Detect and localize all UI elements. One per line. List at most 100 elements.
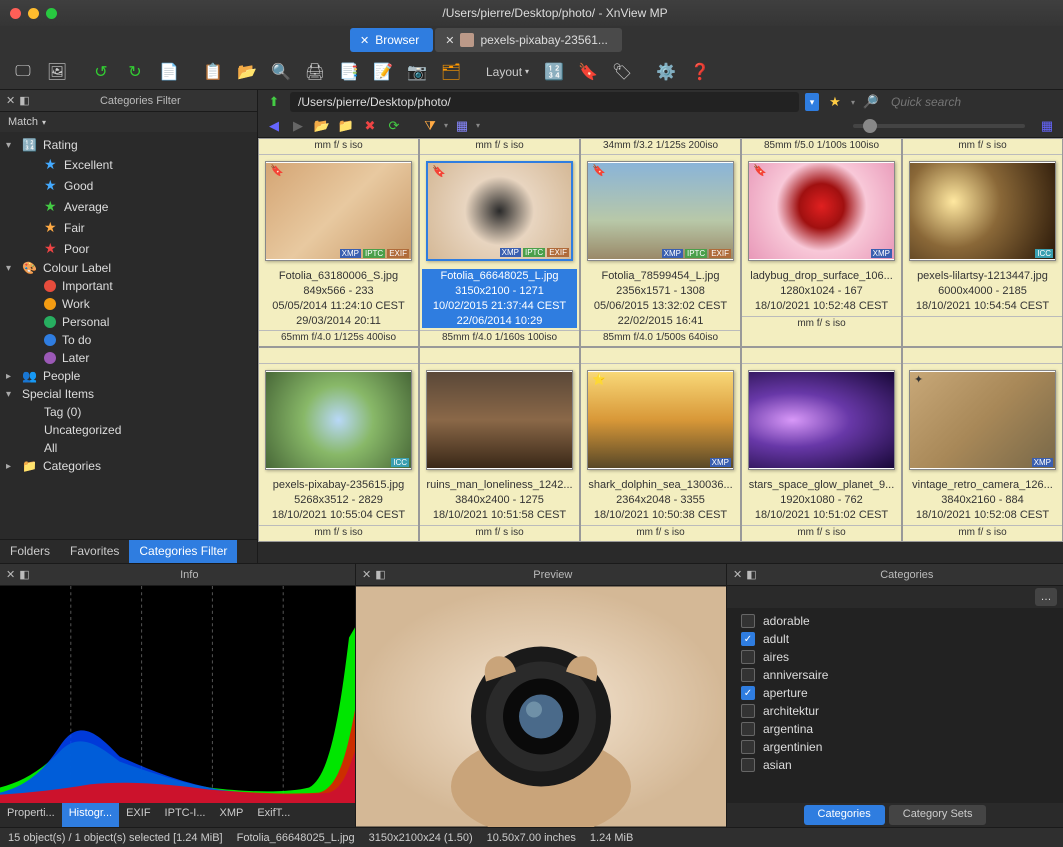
tree-people[interactable]: ▸👥People — [0, 367, 257, 385]
float-panel-icon[interactable]: ◧ — [746, 568, 756, 581]
batch-convert-icon[interactable]: 📑 — [334, 58, 364, 86]
rotate-cw-icon[interactable]: ↻ — [120, 58, 150, 86]
sidebar-tab-categories-filter[interactable]: Categories Filter — [129, 540, 237, 563]
path-input[interactable]: /Users/pierre/Desktop/photo/ — [290, 92, 799, 112]
checkbox[interactable] — [741, 704, 755, 718]
close-panel-icon[interactable]: ✕ — [6, 94, 15, 107]
info-tab-iptc[interactable]: IPTC-I... — [158, 803, 213, 827]
thumbnail-image[interactable] — [426, 370, 573, 470]
thumbnail-cell[interactable]: mm f/ s iso 🔖 XMPIPTCEXIF Fotolia_666480… — [419, 138, 580, 347]
delete-icon[interactable]: ✖ — [360, 116, 380, 136]
search-icon[interactable]: 🔎 — [861, 92, 881, 112]
thumbnail-image[interactable]: 🔖 XMPIPTCEXIF — [587, 161, 734, 261]
capture-icon[interactable]: 📷 — [402, 58, 432, 86]
tree-rating-good[interactable]: ★Good — [0, 175, 257, 196]
slideshow-icon[interactable]: 🖼 — [42, 58, 72, 86]
tree-special-uncategorized[interactable]: Uncategorized — [0, 421, 257, 439]
thumbnail-image[interactable]: ⭐ XMP — [587, 370, 734, 470]
convert-icon[interactable]: 📄 — [154, 58, 184, 86]
layout-dropdown[interactable]: Layout ▾ — [480, 65, 535, 79]
checkbox[interactable] — [741, 740, 755, 754]
tree-rating-poor[interactable]: ★Poor — [0, 238, 257, 259]
minimize-window-button[interactable] — [28, 8, 39, 19]
bookmark-icon[interactable]: 🔖 — [573, 58, 603, 86]
zoom-window-button[interactable] — [46, 8, 57, 19]
help-icon[interactable]: ❓ — [685, 58, 715, 86]
info-tab-xmp[interactable]: XMP — [213, 803, 251, 827]
thumbnail-cell[interactable]: ruins_man_loneliness_1242... 3840x2400 -… — [419, 347, 580, 542]
filter-icon[interactable]: ⧩ — [420, 116, 440, 136]
thumbnail-cell[interactable]: 85mm f/5.0 1/100s 100iso 🔖 XMP ladybug_d… — [741, 138, 902, 347]
close-panel-icon[interactable]: ✕ — [733, 568, 742, 581]
close-window-button[interactable] — [10, 8, 21, 19]
category-item-anniversaire[interactable]: anniversaire — [727, 666, 1063, 684]
close-tab-icon[interactable]: ✕ — [360, 34, 369, 47]
close-tab-icon[interactable]: ✕ — [445, 34, 454, 47]
tree-colour-later[interactable]: Later — [0, 349, 257, 367]
categories-tab[interactable]: Categories — [804, 805, 885, 825]
thumbnail-image[interactable]: ICC — [909, 161, 1056, 261]
fullscreen-icon[interactable]: 🖵 — [8, 58, 38, 86]
thumbnail-cell[interactable]: 34mm f/3.2 1/125s 200iso 🔖 XMPIPTCEXIF F… — [580, 138, 741, 347]
category-item-adorable[interactable]: adorable — [727, 612, 1063, 630]
back-icon[interactable]: ◀ — [264, 116, 284, 136]
settings-icon[interactable]: ⚙️ — [651, 58, 681, 86]
tree-colour-important[interactable]: Important — [0, 277, 257, 295]
thumbnail-cell[interactable]: mm f/ s iso 🔖 XMPIPTCEXIF Fotolia_631800… — [258, 138, 419, 347]
tree-rating-excellent[interactable]: ★Excellent — [0, 154, 257, 175]
checkbox[interactable] — [741, 614, 755, 628]
tree-colour-to-do[interactable]: To do — [0, 331, 257, 349]
print-icon[interactable]: 🖨 — [300, 58, 330, 86]
categories-menu-icon[interactable]: … — [1035, 588, 1057, 606]
checkbox[interactable] — [741, 722, 755, 736]
info-tab-exiftool[interactable]: ExifT... — [250, 803, 297, 827]
rotate-ccw-icon[interactable]: ↺ — [86, 58, 116, 86]
checkbox[interactable] — [741, 758, 755, 772]
category-item-argentina[interactable]: argentina — [727, 720, 1063, 738]
category-item-asian[interactable]: asian — [727, 756, 1063, 774]
refresh-icon[interactable]: ⟳ — [384, 116, 404, 136]
category-item-adult[interactable]: ✓adult — [727, 630, 1063, 648]
category-item-architektur[interactable]: architektur — [727, 702, 1063, 720]
path-dropdown-icon[interactable]: ▾ — [805, 93, 819, 111]
thumbnail-image[interactable]: 🔖 XMP — [748, 161, 895, 261]
match-dropdown[interactable]: Match▾ — [0, 112, 257, 132]
tree-rating[interactable]: ▾🔢Rating — [0, 136, 257, 154]
checkbox[interactable]: ✓ — [741, 632, 755, 646]
tree-special-all[interactable]: All — [0, 439, 257, 457]
thumbnail-cell[interactable]: ⭐ XMP shark_dolphin_sea_130036... 2364x2… — [580, 347, 741, 542]
search-icon[interactable]: 🔍 — [266, 58, 296, 86]
thumbnail-cell[interactable]: mm f/ s iso ICC pexels-lilartsy-1213447.… — [902, 138, 1063, 347]
close-panel-icon[interactable]: ✕ — [6, 568, 15, 581]
tree-colour-personal[interactable]: Personal — [0, 313, 257, 331]
tree-categories[interactable]: ▸📁Categories — [0, 457, 257, 475]
tag-icon[interactable]: 🏷 — [607, 58, 637, 86]
grid-toggle-icon[interactable]: ▦ — [1037, 116, 1057, 136]
sort-icon[interactable]: 🔢 — [539, 58, 569, 86]
thumbnail-image[interactable] — [748, 370, 895, 470]
category-item-aires[interactable]: aires — [727, 648, 1063, 666]
thumbnail-image[interactable]: ✦ XMP — [909, 370, 1056, 470]
favorite-star-icon[interactable]: ★ — [825, 92, 845, 112]
checkbox[interactable] — [741, 668, 755, 682]
thumbnail-cell[interactable]: ✦ XMP vintage_retro_camera_126... 3840x2… — [902, 347, 1063, 542]
compare-icon[interactable]: 🗂 — [436, 58, 466, 86]
checkbox[interactable]: ✓ — [741, 686, 755, 700]
category-sets-tab[interactable]: Category Sets — [889, 805, 987, 825]
category-item-argentinien[interactable]: argentinien — [727, 738, 1063, 756]
tree-special[interactable]: ▾Special Items — [0, 385, 257, 403]
info-tab-exif[interactable]: EXIF — [119, 803, 157, 827]
sidebar-tab-folders[interactable]: Folders — [0, 540, 60, 563]
tree-rating-average[interactable]: ★Average — [0, 196, 257, 217]
tree-special-tag[interactable]: Tag (0) — [0, 403, 257, 421]
tree-rating-fair[interactable]: ★Fair — [0, 217, 257, 238]
float-panel-icon[interactable]: ◧ — [375, 568, 385, 581]
thumbnail-cell[interactable]: stars_space_glow_planet_9... 1920x1080 -… — [741, 347, 902, 542]
checkbox[interactable] — [741, 650, 755, 664]
sidebar-tab-favorites[interactable]: Favorites — [60, 540, 129, 563]
view-mode-icon[interactable]: ▦ — [452, 116, 472, 136]
category-item-aperture[interactable]: ✓aperture — [727, 684, 1063, 702]
thumbnail-image[interactable]: 🔖 XMPIPTCEXIF — [426, 161, 573, 261]
preview-image[interactable] — [356, 586, 726, 827]
up-folder-icon[interactable]: ⬆ — [264, 92, 284, 112]
